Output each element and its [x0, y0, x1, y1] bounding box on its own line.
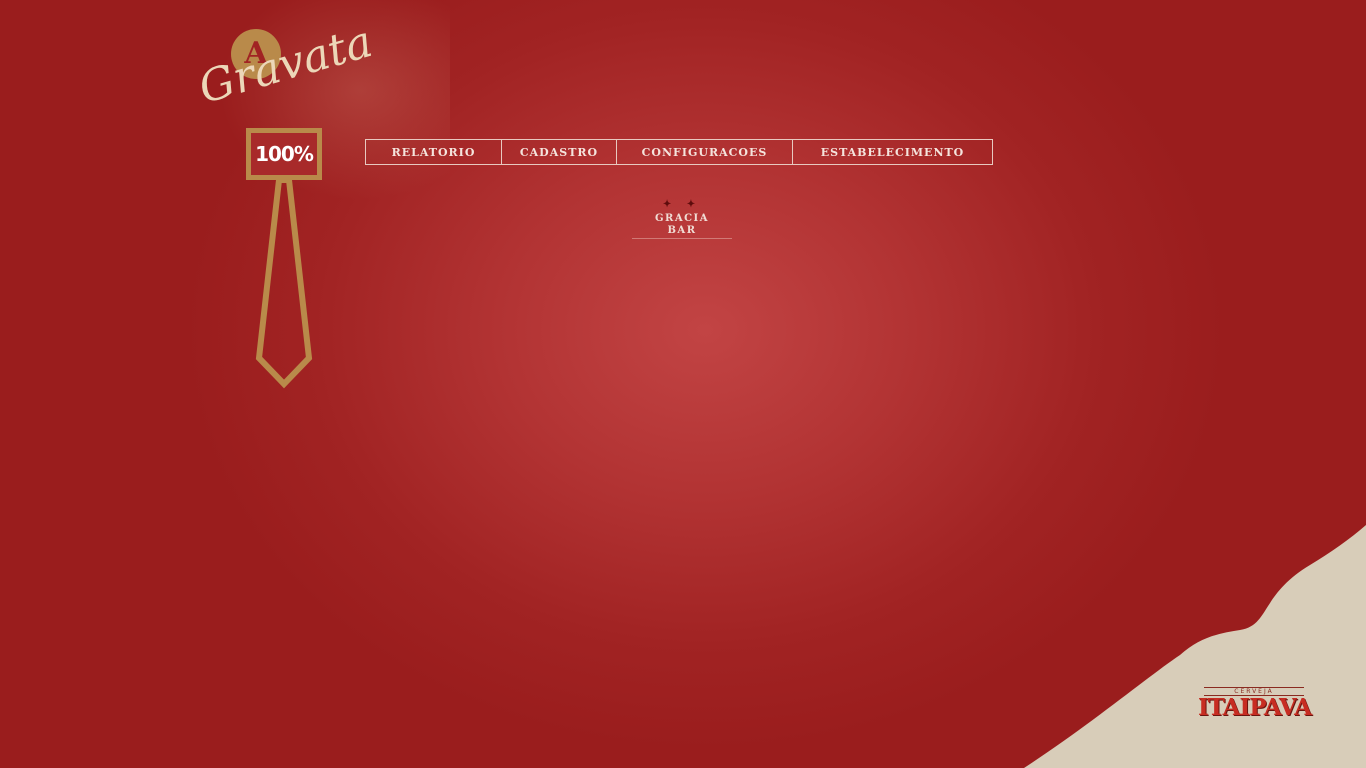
logo-script-text: Gravata	[193, 16, 378, 114]
corner-wave-decoration	[1024, 525, 1366, 768]
nav-item-estabelecimento[interactable]: ESTABELECIMENTO	[793, 140, 992, 164]
nav-item-cadastro[interactable]: CADASTRO	[502, 140, 617, 164]
logo-percent-box: 100%	[246, 128, 322, 180]
establishment-badge: ✦ ✦ GRACIA BAR	[632, 200, 732, 239]
tie-icon	[255, 180, 313, 389]
nav-item-configuracoes[interactable]: CONFIGURACOES	[617, 140, 793, 164]
main-nav: RELATORIO CADASTRO CONFIGURACOES ESTABEL…	[365, 139, 993, 165]
establishment-name-line1: GRACIA	[654, 213, 709, 224]
establishment-name-line2: BAR	[632, 225, 732, 239]
logo-percent-text: 100%	[251, 133, 317, 175]
star-icons: ✦ ✦	[662, 199, 702, 210]
nav-item-relatorio[interactable]: RELATORIO	[366, 140, 502, 164]
sponsor-name: ITAIPAVA	[1198, 694, 1312, 721]
app-logo[interactable]: A Gravata 100%	[193, 16, 378, 395]
sponsor-logo[interactable]: CERVEJA ITAIPAVA	[1198, 687, 1312, 721]
